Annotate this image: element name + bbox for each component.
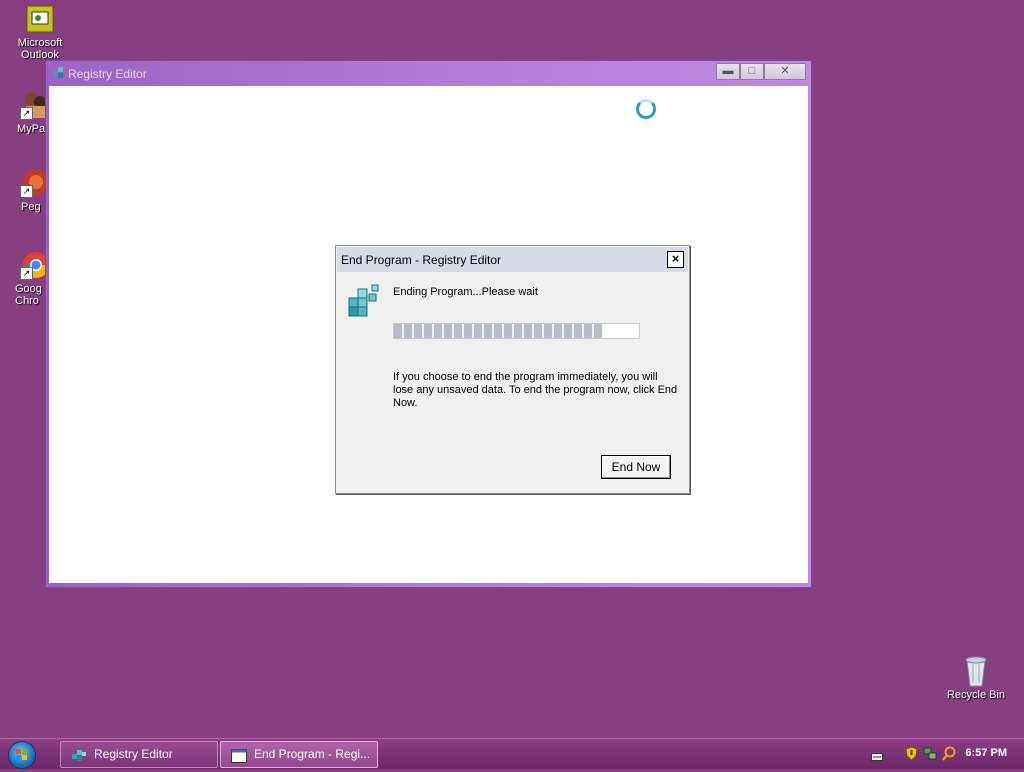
registry-icon bbox=[52, 66, 66, 80]
desktop-icon-outlook[interactable]: Microsoft Outlook bbox=[0, 4, 80, 61]
taskbar: Registry Editor End Program - Regi... 6:… bbox=[0, 738, 1024, 769]
desktop-icon-label: Microsoft Outlook bbox=[17, 37, 63, 61]
clock[interactable]: 6:57 PM bbox=[965, 747, 1007, 759]
shortcut-arrow-icon: ↗ bbox=[20, 267, 33, 280]
desktop-icon-label: Recycle Bin bbox=[946, 689, 1006, 701]
registry-icon bbox=[71, 747, 87, 761]
windows-logo-icon bbox=[16, 749, 27, 760]
start-button[interactable] bbox=[8, 741, 36, 769]
dialog-message: Ending Program...Please wait bbox=[393, 286, 538, 298]
dialog-warning-text: If you choose to end the program immedia… bbox=[393, 371, 678, 409]
dialog-titlebar[interactable]: End Program - Registry Editor × bbox=[337, 247, 688, 272]
taskbar-button-registry-editor[interactable]: Registry Editor bbox=[60, 741, 218, 768]
taskbar-button-label: End Program - Regi... bbox=[254, 747, 371, 761]
security-shield-icon[interactable] bbox=[905, 746, 918, 764]
keyboard-icon[interactable] bbox=[871, 750, 883, 764]
busy-spinner-icon bbox=[636, 99, 656, 119]
progress-bar bbox=[393, 323, 640, 339]
window-title: Registry Editor bbox=[68, 67, 147, 81]
dialog-title: End Program - Registry Editor bbox=[341, 253, 502, 267]
taskbar-button-label: Registry Editor bbox=[94, 747, 173, 761]
end-now-button[interactable]: End Now bbox=[601, 455, 671, 479]
desktop-icon-recycle-bin[interactable]: Recycle Bin bbox=[936, 656, 1016, 701]
minimize-button[interactable]: ▬ bbox=[716, 63, 740, 80]
network-icon[interactable] bbox=[923, 746, 937, 764]
desktop-icon-label: Goog Chro bbox=[15, 283, 42, 307]
shortcut-arrow-icon: ↗ bbox=[20, 185, 33, 198]
close-button[interactable]: ✕ bbox=[764, 63, 806, 80]
system-tray: 6:57 PM bbox=[860, 739, 1024, 769]
dialog-close-button[interactable]: × bbox=[667, 251, 684, 268]
end-program-dialog: End Program - Registry Editor × Ending P… bbox=[335, 245, 690, 494]
taskbar-button-end-program[interactable]: End Program - Regi... bbox=[220, 741, 378, 768]
registry-cubes-icon bbox=[347, 284, 381, 318]
outlook-icon bbox=[25, 4, 55, 34]
search-icon[interactable] bbox=[942, 746, 956, 764]
progress-bar-fill bbox=[394, 324, 603, 338]
shortcut-arrow-icon: ↗ bbox=[20, 107, 33, 120]
window-icon bbox=[231, 747, 247, 763]
maximize-button[interactable]: □ bbox=[740, 63, 764, 80]
recycle-bin-icon bbox=[961, 656, 991, 687]
